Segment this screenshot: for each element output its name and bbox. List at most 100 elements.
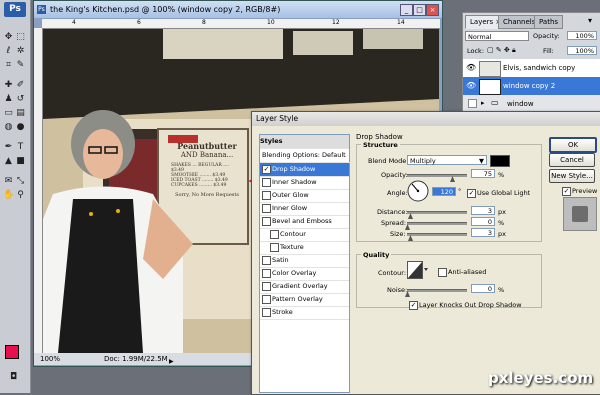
- notes-tool-icon[interactable]: ✉: [3, 176, 14, 187]
- style-checkbox[interactable]: ✓: [262, 165, 271, 174]
- eyedropper-icon[interactable]: ⤡: [15, 176, 26, 187]
- marquee-tool-icon[interactable]: ⬚: [15, 32, 26, 43]
- style-checkbox[interactable]: [262, 217, 271, 226]
- style-item-contour[interactable]: Contour: [260, 228, 349, 242]
- style-item-inner-glow[interactable]: Inner Glow: [260, 202, 349, 216]
- style-checkbox[interactable]: [262, 204, 271, 213]
- style-item-pattern-overlay[interactable]: Pattern Overlay: [260, 293, 349, 307]
- dodge-tool-icon[interactable]: ●: [15, 122, 26, 133]
- path-selection-icon[interactable]: ▲: [3, 156, 14, 167]
- new-style-button[interactable]: New Style...: [549, 169, 595, 183]
- style-item-gradient-overlay[interactable]: Gradient Overlay: [260, 280, 349, 294]
- spread-input[interactable]: 0: [471, 217, 495, 226]
- distance-slider[interactable]: [407, 211, 467, 214]
- layer-blend-mode-select[interactable]: Normal: [465, 31, 529, 41]
- zoom-level[interactable]: 100%: [40, 353, 60, 365]
- pen-tool-icon[interactable]: ✒: [3, 142, 14, 153]
- blur-tool-icon[interactable]: ◍: [3, 122, 14, 133]
- angle-dial[interactable]: [407, 180, 429, 202]
- style-checkbox[interactable]: [262, 178, 271, 187]
- shape-tool-icon[interactable]: ■: [15, 156, 26, 167]
- contour-picker[interactable]: [407, 261, 429, 279]
- type-tool-icon[interactable]: T: [15, 142, 26, 153]
- global-light-checkbox[interactable]: ✓: [467, 189, 476, 198]
- shadow-color-swatch[interactable]: [490, 155, 510, 167]
- eraser-tool-icon[interactable]: ▭: [3, 108, 14, 119]
- style-item-stroke[interactable]: Stroke: [260, 306, 349, 320]
- tab-paths[interactable]: Paths: [534, 15, 564, 29]
- blend-mode-select[interactable]: Multiply ▼: [407, 155, 487, 165]
- ruler-top: 4 6 8 10 12 14: [42, 19, 440, 29]
- size-label: Size:: [390, 230, 406, 238]
- opacity-input[interactable]: 75: [471, 169, 495, 178]
- style-checkbox[interactable]: [270, 243, 279, 252]
- layer-row-selected[interactable]: 👁︎ window copy 2: [463, 77, 600, 95]
- style-preview-box: [563, 197, 597, 231]
- style-item-texture[interactable]: Texture: [260, 241, 349, 255]
- visibility-eye-icon[interactable]: 👁︎: [466, 81, 476, 90]
- style-checkbox[interactable]: [262, 308, 271, 317]
- sign-line: SHAKES ... REGULAR .... $3.49: [171, 163, 229, 173]
- style-item-inner-shadow[interactable]: Inner Shadow: [260, 176, 349, 190]
- blending-options-item[interactable]: Blending Options: Default: [260, 149, 351, 163]
- noise-slider[interactable]: [407, 289, 467, 292]
- antialiased-label: Anti-aliased: [448, 268, 487, 276]
- crop-tool-icon[interactable]: ⌗: [3, 60, 14, 71]
- preview-checkbox[interactable]: ✓: [562, 187, 571, 196]
- lock-icons[interactable]: ▢ ✎ ✥ 🔒︎: [487, 46, 516, 55]
- status-arrow-icon[interactable]: ▶: [169, 356, 174, 368]
- antialiased-checkbox[interactable]: [438, 268, 447, 277]
- style-checkbox[interactable]: [262, 295, 271, 304]
- style-checkbox[interactable]: [262, 282, 271, 291]
- layer-row[interactable]: 👁︎ Elvis, sandwich copy: [463, 59, 600, 77]
- visibility-toggle[interactable]: [468, 99, 477, 108]
- minimize-button[interactable]: _: [400, 4, 413, 16]
- dropdown-arrow-icon: ▼: [479, 157, 484, 165]
- lasso-tool-icon[interactable]: ℓ: [3, 46, 14, 57]
- style-label: Inner Shadow: [272, 178, 317, 186]
- gradient-tool-icon[interactable]: ▤: [15, 108, 26, 119]
- size-slider[interactable]: [407, 233, 467, 236]
- contour-label: Contour:: [378, 269, 407, 277]
- spread-slider[interactable]: [407, 222, 467, 225]
- size-input[interactable]: 3: [471, 228, 495, 237]
- style-item-outer-glow[interactable]: Outer Glow: [260, 189, 349, 203]
- expand-triangle-icon[interactable]: ▸: [481, 99, 485, 107]
- opacity-label: Opacity:: [381, 171, 408, 179]
- distance-input[interactable]: 3: [471, 206, 495, 215]
- zoom-tool-icon[interactable]: ⚲: [15, 190, 26, 201]
- spread-label: Spread:: [381, 219, 407, 227]
- style-item-bevel-emboss[interactable]: Bevel and Emboss: [260, 215, 349, 229]
- hand-tool-icon[interactable]: ✋: [3, 190, 14, 201]
- history-brush-icon[interactable]: ↺: [15, 94, 26, 105]
- noise-label: Noise:: [387, 286, 408, 294]
- noise-input[interactable]: 0: [471, 284, 495, 293]
- opacity-slider[interactable]: [407, 174, 467, 177]
- move-tool-icon[interactable]: ✥: [3, 32, 14, 43]
- knockout-checkbox[interactable]: ✓: [409, 301, 418, 310]
- cancel-button[interactable]: Cancel: [549, 153, 595, 167]
- style-checkbox[interactable]: [270, 230, 279, 239]
- style-item-color-overlay[interactable]: Color Overlay: [260, 267, 349, 281]
- foreground-color-swatch[interactable]: [5, 345, 19, 359]
- clone-stamp-icon[interactable]: ♟: [3, 94, 14, 105]
- quick-mask-icon[interactable]: ◘: [8, 372, 19, 383]
- visibility-eye-icon[interactable]: 👁︎: [466, 63, 476, 72]
- styles-header[interactable]: Styles: [260, 135, 349, 149]
- angle-input[interactable]: 120: [432, 187, 456, 196]
- brush-tool-icon[interactable]: ✐: [15, 80, 26, 91]
- style-item-satin[interactable]: Satin: [260, 254, 349, 268]
- style-item-drop-shadow[interactable]: ✓ Drop Shadow: [260, 163, 349, 177]
- style-checkbox[interactable]: [262, 269, 271, 278]
- style-checkbox[interactable]: [262, 191, 271, 200]
- style-checkbox[interactable]: [262, 256, 271, 265]
- healing-brush-icon[interactable]: ✚: [3, 80, 14, 91]
- maximize-button[interactable]: □: [413, 4, 426, 16]
- layer-opacity-input[interactable]: 100%: [567, 31, 597, 40]
- layer-fill-input[interactable]: 100%: [567, 46, 597, 55]
- close-button[interactable]: ×: [426, 4, 439, 16]
- panel-menu-icon[interactable]: ▾: [588, 16, 592, 25]
- ok-button[interactable]: OK: [549, 137, 597, 153]
- magic-wand-icon[interactable]: ✲: [15, 46, 26, 57]
- slice-tool-icon[interactable]: ✎: [15, 60, 26, 71]
